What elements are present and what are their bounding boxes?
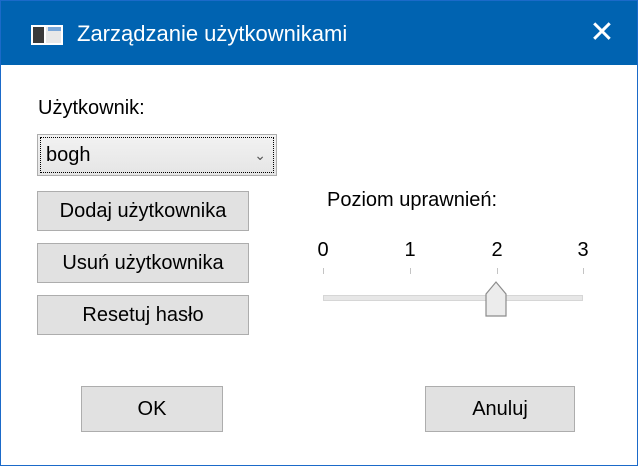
reset-password-button[interactable]: Resetuj hasło bbox=[37, 295, 249, 335]
add-user-button[interactable]: Dodaj użytkownika bbox=[37, 191, 249, 231]
user-management-dialog: Zarządzanie użytkownikami ✕ Użytkownik: … bbox=[0, 0, 638, 466]
user-select-value: bogh bbox=[46, 144, 91, 166]
tick-mark bbox=[410, 268, 411, 274]
slider-track[interactable] bbox=[323, 295, 583, 301]
close-button[interactable]: ✕ bbox=[577, 11, 627, 55]
title-bar[interactable]: Zarządzanie użytkownikami ✕ bbox=[1, 1, 637, 65]
close-icon: ✕ bbox=[589, 16, 615, 49]
ok-button[interactable]: OK bbox=[81, 386, 223, 432]
tick-mark bbox=[323, 268, 324, 274]
tick-mark bbox=[497, 268, 498, 274]
user-select[interactable]: bogh ⌄ bbox=[37, 134, 277, 176]
window-title: Zarządzanie użytkownikami bbox=[77, 21, 348, 46]
tick-mark bbox=[583, 268, 584, 274]
tick-label-3: 3 bbox=[577, 239, 589, 261]
tick-label-2: 2 bbox=[491, 239, 503, 261]
app-window-icon bbox=[31, 25, 63, 45]
slider-thumb[interactable] bbox=[485, 281, 507, 317]
tick-label-1: 1 bbox=[404, 239, 416, 261]
user-label: Użytkownik: bbox=[38, 97, 145, 119]
chevron-down-icon: ⌄ bbox=[254, 147, 266, 163]
tick-label-0: 0 bbox=[317, 239, 329, 261]
remove-user-button[interactable]: Usuń użytkownika bbox=[37, 243, 249, 283]
cancel-button[interactable]: Anuluj bbox=[425, 386, 575, 432]
permission-level-label: Poziom uprawnień: bbox=[327, 189, 498, 211]
permission-level-slider[interactable]: 0 1 2 3 bbox=[301, 231, 601, 331]
